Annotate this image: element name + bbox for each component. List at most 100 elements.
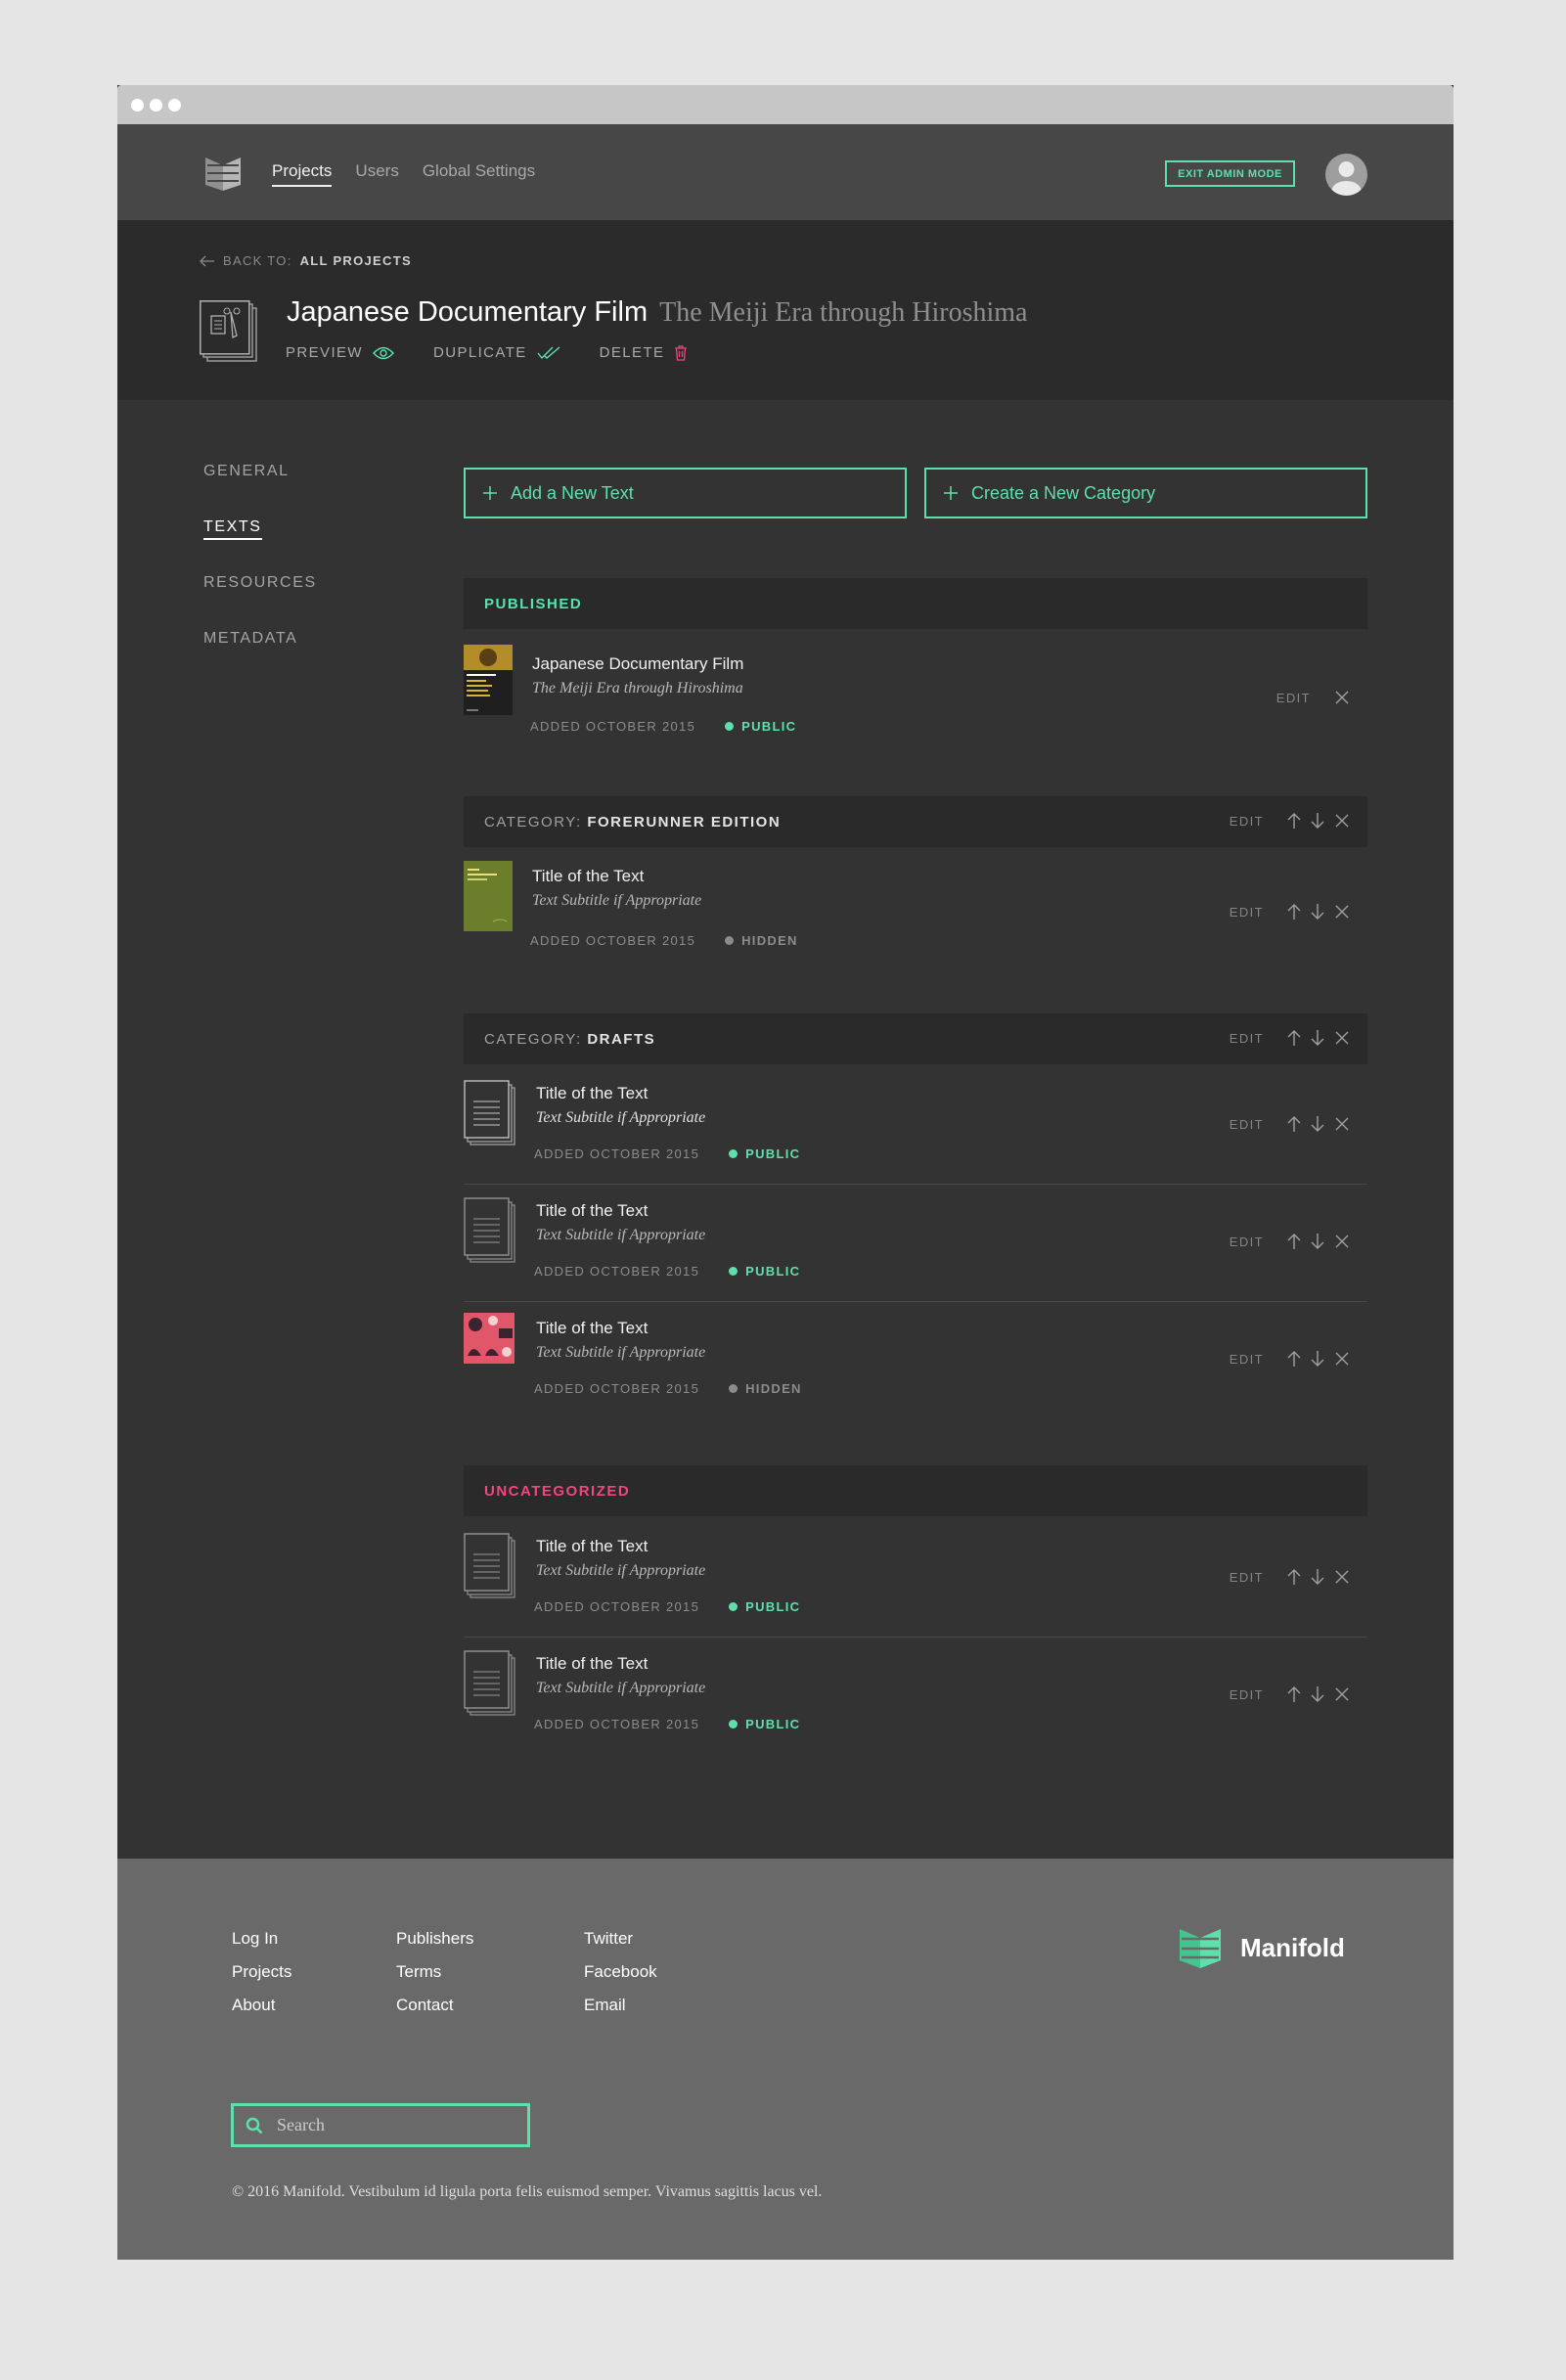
arrow-up-icon[interactable] bbox=[1287, 1350, 1301, 1368]
list-item[interactable]: Title of the Text Text Subtitle if Appro… bbox=[464, 1066, 1367, 1185]
arrow-down-icon[interactable] bbox=[1311, 812, 1324, 830]
duplicate-button[interactable]: DUPLICATE bbox=[433, 344, 560, 361]
text-title[interactable]: Japanese Documentary Film bbox=[532, 654, 743, 674]
footer-link-about[interactable]: About bbox=[232, 1996, 291, 2029]
window-chrome bbox=[117, 85, 1454, 124]
status-dot bbox=[729, 1720, 738, 1729]
edit-button[interactable]: EDIT bbox=[1230, 1031, 1264, 1046]
arrow-down-icon[interactable] bbox=[1311, 1233, 1324, 1250]
edit-button[interactable]: EDIT bbox=[1230, 1687, 1264, 1702]
section-label: UNCATEGORIZED bbox=[484, 1483, 631, 1500]
edit-button[interactable]: EDIT bbox=[1230, 814, 1264, 829]
footer-link-publishers[interactable]: Publishers bbox=[396, 1929, 473, 1962]
brand-name: Manifold bbox=[1240, 1932, 1345, 1962]
status-badge: HIDDEN bbox=[725, 933, 798, 948]
project-title: Japanese Documentary Film The Meiji Era t… bbox=[287, 296, 1027, 329]
create-category-button[interactable]: Create a New Category bbox=[924, 468, 1367, 518]
manifold-logo-icon[interactable] bbox=[203, 154, 243, 198]
preview-button[interactable]: PREVIEW bbox=[286, 344, 394, 361]
create-category-label: Create a New Category bbox=[971, 482, 1156, 503]
arrow-down-icon[interactable] bbox=[1311, 1115, 1324, 1133]
list-item[interactable]: Title of the Text Text Subtitle if Appro… bbox=[464, 1301, 1367, 1418]
list-item[interactable]: Japanese Documentary Film The Meiji Era … bbox=[464, 633, 1367, 750]
arrow-down-icon[interactable] bbox=[1311, 1568, 1324, 1586]
side-nav: GENERAL TEXTS RESOURCES METADATA bbox=[203, 463, 317, 686]
text-title[interactable]: Title of the Text bbox=[536, 1084, 648, 1103]
footer-link-log-in[interactable]: Log In bbox=[232, 1929, 291, 1962]
added-date: ADDED OCTOBER 2015 bbox=[534, 1146, 700, 1161]
arrow-up-icon[interactable] bbox=[1287, 1029, 1301, 1047]
arrow-up-icon[interactable] bbox=[1287, 812, 1301, 830]
arrow-up-icon[interactable] bbox=[1287, 903, 1301, 921]
arrow-up-icon[interactable] bbox=[1287, 1568, 1301, 1586]
arrow-up-icon[interactable] bbox=[1287, 1233, 1301, 1250]
footer-link-projects[interactable]: Projects bbox=[232, 1962, 291, 1996]
text-title[interactable]: Title of the Text bbox=[536, 1319, 648, 1338]
text-meta: ADDED OCTOBER 2015 PUBLIC bbox=[534, 1146, 800, 1161]
arrow-up-icon[interactable] bbox=[1287, 1685, 1301, 1703]
text-title[interactable]: Title of the Text bbox=[536, 1654, 648, 1674]
arrow-down-icon[interactable] bbox=[1311, 903, 1324, 921]
edit-button[interactable]: EDIT bbox=[1230, 1352, 1264, 1367]
close-icon[interactable] bbox=[1334, 1686, 1350, 1702]
footer-column-account: Log In Projects About bbox=[232, 1929, 291, 2029]
footer-link-terms[interactable]: Terms bbox=[396, 1962, 473, 1996]
edit-button[interactable]: EDIT bbox=[1230, 1235, 1264, 1249]
text-subtitle: Text Subtitle if Appropriate bbox=[536, 1109, 706, 1126]
status-badge: HIDDEN bbox=[729, 1381, 802, 1396]
text-title[interactable]: Title of the Text bbox=[536, 1537, 648, 1556]
arrow-down-icon[interactable] bbox=[1311, 1350, 1324, 1368]
sidebar-item-texts[interactable]: TEXTS bbox=[203, 518, 317, 574]
exit-admin-button[interactable]: EXIT ADMIN MODE bbox=[1165, 160, 1295, 187]
sidebar-item-general[interactable]: GENERAL bbox=[203, 463, 317, 518]
project-document-icon bbox=[200, 300, 264, 370]
close-icon[interactable] bbox=[1334, 904, 1350, 920]
avatar[interactable] bbox=[1325, 154, 1367, 196]
nav-projects[interactable]: Projects bbox=[272, 161, 333, 187]
delete-button[interactable]: DELETE bbox=[600, 344, 689, 361]
footer-link-contact[interactable]: Contact bbox=[396, 1996, 473, 2029]
edit-button[interactable]: EDIT bbox=[1276, 691, 1311, 705]
arrow-down-icon[interactable] bbox=[1311, 1029, 1324, 1047]
section-controls: EDIT bbox=[1230, 812, 1350, 830]
sidebar-item-resources[interactable]: RESOURCES bbox=[203, 574, 317, 630]
edit-button[interactable]: EDIT bbox=[1230, 1570, 1264, 1585]
list-item[interactable]: Title of the Text Text Subtitle if Appro… bbox=[464, 849, 1367, 966]
breadcrumb-link[interactable]: ALL PROJECTS bbox=[300, 253, 412, 268]
close-icon[interactable] bbox=[1334, 813, 1350, 829]
footer-link-facebook[interactable]: Facebook bbox=[584, 1962, 657, 1996]
nav-users[interactable]: Users bbox=[355, 161, 398, 187]
text-title[interactable]: Title of the Text bbox=[532, 867, 644, 886]
status-badge: PUBLIC bbox=[725, 719, 796, 734]
close-icon[interactable] bbox=[1334, 1234, 1350, 1249]
edit-button[interactable]: EDIT bbox=[1230, 1117, 1264, 1132]
plus-icon bbox=[944, 486, 958, 500]
list-item[interactable]: Title of the Text Text Subtitle if Appro… bbox=[464, 1184, 1367, 1302]
nav-global-settings[interactable]: Global Settings bbox=[423, 161, 535, 187]
search-input[interactable] bbox=[275, 2114, 514, 2136]
text-title[interactable]: Title of the Text bbox=[536, 1201, 648, 1221]
status-text: PUBLIC bbox=[745, 1599, 801, 1614]
sidebar-item-metadata[interactable]: METADATA bbox=[203, 630, 317, 686]
text-meta: ADDED OCTOBER 2015 PUBLIC bbox=[534, 1264, 800, 1279]
close-icon[interactable] bbox=[1334, 690, 1350, 705]
cover-thumbnail bbox=[464, 1313, 515, 1369]
close-icon[interactable] bbox=[1334, 1351, 1350, 1367]
arrow-up-icon[interactable] bbox=[1287, 1115, 1301, 1133]
breadcrumb[interactable]: BACK TO: ALL PROJECTS bbox=[200, 253, 412, 268]
close-icon[interactable] bbox=[1334, 1116, 1350, 1132]
category-prefix: CATEGORY: bbox=[484, 1031, 582, 1048]
footer-link-email[interactable]: Email bbox=[584, 1996, 657, 2029]
close-icon[interactable] bbox=[1334, 1569, 1350, 1585]
arrow-down-icon[interactable] bbox=[1311, 1685, 1324, 1703]
add-text-button[interactable]: Add a New Text bbox=[464, 468, 907, 518]
edit-button[interactable]: EDIT bbox=[1230, 905, 1264, 920]
status-dot bbox=[725, 936, 735, 945]
footer-search bbox=[231, 2103, 530, 2147]
footer-link-twitter[interactable]: Twitter bbox=[584, 1929, 657, 1962]
list-item[interactable]: Title of the Text Text Subtitle if Appro… bbox=[464, 1637, 1367, 1754]
list-item[interactable]: Title of the Text Text Subtitle if Appro… bbox=[464, 1519, 1367, 1638]
close-icon[interactable] bbox=[1334, 1030, 1350, 1046]
footer-brand[interactable]: Manifold bbox=[1178, 1925, 1345, 1970]
sidebar-item-label: GENERAL bbox=[203, 463, 290, 479]
